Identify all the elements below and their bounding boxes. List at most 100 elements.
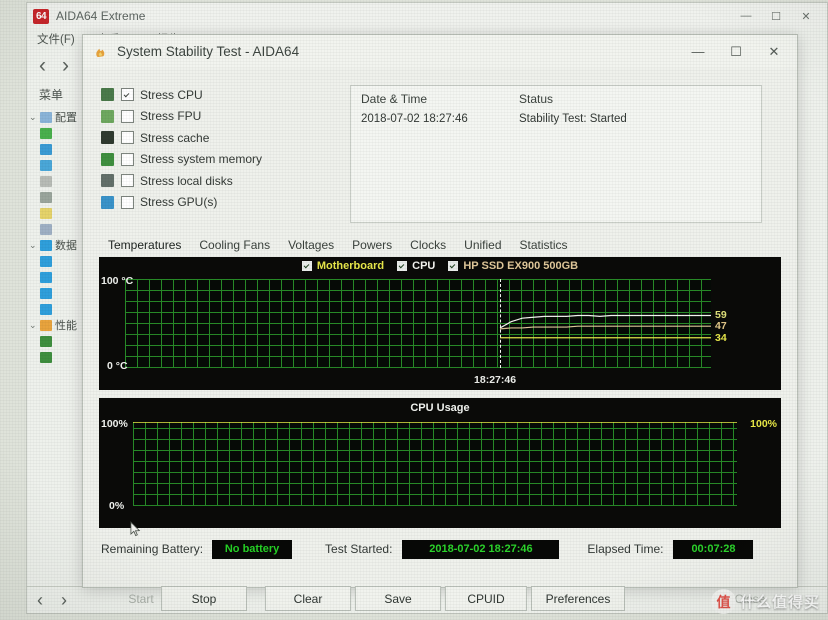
close-icon[interactable]: ✕ xyxy=(791,4,821,28)
statusbar-nav-back-icon[interactable]: ‹ xyxy=(37,590,43,611)
temperatures-series-lines xyxy=(125,279,711,368)
cpuid-button[interactable]: CPUID xyxy=(445,586,527,611)
stress-option-checkbox[interactable] xyxy=(121,152,134,166)
maximize-icon[interactable]: ☐ xyxy=(761,4,791,28)
tree-item-icon xyxy=(40,319,52,331)
stress-option-row[interactable]: Stress system memory xyxy=(101,150,341,169)
stress-option-checkbox[interactable] xyxy=(121,131,134,144)
tree-item-icon xyxy=(40,159,52,171)
legend-item[interactable]: HP SSD EX900 500GB xyxy=(448,260,578,272)
tab-temperatures[interactable]: Temperatures xyxy=(99,235,190,256)
tree-item-icon xyxy=(40,175,52,187)
cpu-usage-series-line xyxy=(133,422,737,506)
tab-cooling-fans[interactable]: Cooling Fans xyxy=(190,235,279,256)
test-status-bar: Remaining Battery: No battery Test Start… xyxy=(99,535,781,563)
system-stability-test-dialog: System Stability Test - AIDA64 — ☐ ✕ Str… xyxy=(82,34,798,611)
graphs-container: Motherboard CPU HP SSD EX900 500GB 100 °C … xyxy=(99,257,781,528)
stress-option-icon xyxy=(101,131,114,144)
time-marker-line xyxy=(500,279,502,368)
temperatures-graph[interactable]: Motherboard CPU HP SSD EX900 500GB 100 °C … xyxy=(99,257,781,390)
tree-item-icon xyxy=(40,335,52,347)
legend-checkbox[interactable] xyxy=(397,261,408,271)
series-value-label: 59 xyxy=(715,309,727,322)
stress-option-row[interactable]: Stress CPU xyxy=(101,85,341,104)
tab-voltages[interactable]: Voltages xyxy=(279,235,343,256)
temperatures-legend: Motherboard CPU HP SSD EX900 500GB xyxy=(99,260,781,272)
tree-item-label: 数据 xyxy=(55,240,77,252)
legend-checkbox[interactable] xyxy=(301,261,312,271)
tab-clocks[interactable]: Clocks xyxy=(401,235,455,256)
stress-option-row[interactable]: Stress cache xyxy=(101,128,341,147)
stress-option-label: Stress GPU(s) xyxy=(140,195,218,209)
tab-powers[interactable]: Powers xyxy=(343,235,401,256)
stress-option-label: Stress local disks xyxy=(140,173,233,188)
tree-item-icon xyxy=(40,351,52,363)
log-cell-datetime: 2018-07-02 18:27:46 xyxy=(361,113,468,125)
stress-options-list: Stress CPU Stress FPU Stress cache Stress s… xyxy=(101,85,341,214)
stress-option-icon xyxy=(101,152,114,166)
tree-item-icon xyxy=(40,223,52,235)
menu-item-file[interactable]: 文件(F) xyxy=(37,31,75,47)
minimize-icon[interactable]: — xyxy=(731,4,761,28)
save-button[interactable]: Save xyxy=(355,586,441,611)
legend-label: CPU xyxy=(412,260,436,272)
stress-option-checkbox[interactable] xyxy=(121,109,134,123)
tab-statistics[interactable]: Statistics xyxy=(511,235,577,256)
watermark-text: 什么值得买 xyxy=(739,594,820,611)
dialog-maximize-icon[interactable]: ☐ xyxy=(717,36,755,67)
series-value-label: 47 xyxy=(715,320,727,333)
stress-option-icon xyxy=(101,174,114,187)
test-started-value: 2018-07-02 18:27:46 xyxy=(402,539,560,559)
cpu-usage-graph[interactable]: CPU Usage 100% 0% 100% xyxy=(99,398,781,528)
sensor-tabs: Temperatures Cooling Fans Voltages Powers Cl… xyxy=(99,235,577,256)
log-header-row: Date & Time Status xyxy=(351,86,761,106)
stress-option-row[interactable]: Stress FPU xyxy=(101,107,341,126)
stop-button[interactable]: Stop xyxy=(161,586,247,611)
tab-unified[interactable]: Unified xyxy=(455,235,510,256)
elapsed-time-label: Elapsed Time: xyxy=(587,542,664,556)
chevron-down-icon[interactable]: ⌄ xyxy=(29,240,40,251)
watermark-badge-icon: 值 xyxy=(710,589,736,614)
log-cell-status: Stability Test: Started xyxy=(519,113,627,125)
log-column-status: Status xyxy=(519,92,554,106)
stress-option-checkbox[interactable] xyxy=(121,174,134,187)
tree-item-icon xyxy=(40,207,52,219)
chevron-down-icon[interactable]: ⌄ xyxy=(29,112,40,123)
tree-item-icon xyxy=(40,127,52,139)
log-row[interactable]: 2018-07-02 18:27:46 Stability Test: Star… xyxy=(351,106,761,125)
nav-forward-icon[interactable]: › xyxy=(62,54,69,78)
dialog-title: System Stability Test - AIDA64 xyxy=(117,44,300,59)
nav-back-icon[interactable]: ‹ xyxy=(39,54,46,78)
dialog-minimize-icon[interactable]: — xyxy=(679,36,717,67)
stress-option-icon xyxy=(101,88,114,101)
cpu-axis-max-label: 100% xyxy=(101,418,128,430)
legend-checkbox[interactable] xyxy=(448,261,459,271)
stress-option-row[interactable]: Stress local disks xyxy=(101,171,341,190)
chevron-down-icon[interactable]: ⌄ xyxy=(29,320,40,331)
stress-option-row[interactable]: Stress GPU(s) xyxy=(101,193,341,212)
main-window-titlebar: 64 AIDA64 Extreme — ☐ ✕ xyxy=(27,3,827,29)
battery-value: No battery xyxy=(212,539,293,559)
tree-item-label: 配置 xyxy=(55,112,77,124)
tree-item-icon xyxy=(40,111,52,123)
temperature-axis-min-label: 0 °C xyxy=(107,360,128,372)
stress-option-label: Stress system memory xyxy=(140,152,263,166)
legend-item[interactable]: Motherboard xyxy=(301,260,384,272)
dialog-close-icon[interactable]: ✕ xyxy=(755,36,793,67)
dialog-titlebar: System Stability Test - AIDA64 — ☐ ✕ xyxy=(83,35,797,68)
tree-item-icon xyxy=(40,287,52,299)
stress-option-checkbox[interactable] xyxy=(121,88,134,101)
statusbar-nav-forward-icon[interactable]: › xyxy=(61,590,67,611)
toolbar-label-menu[interactable]: 菜单 xyxy=(39,86,63,103)
stress-option-label: Stress CPU xyxy=(140,87,203,102)
flame-icon xyxy=(93,44,108,59)
stress-option-checkbox[interactable] xyxy=(121,195,134,209)
clear-button[interactable]: Clear xyxy=(265,586,351,611)
elapsed-time-value: 00:07:28 xyxy=(673,539,754,559)
test-started-label: Test Started: xyxy=(325,542,393,556)
stress-option-label: Stress FPU xyxy=(140,109,202,123)
cpu-axis-min-label: 0% xyxy=(109,500,125,512)
tree-item-icon xyxy=(40,303,52,315)
preferences-button[interactable]: Preferences xyxy=(531,586,625,611)
legend-item[interactable]: CPU xyxy=(397,260,435,272)
